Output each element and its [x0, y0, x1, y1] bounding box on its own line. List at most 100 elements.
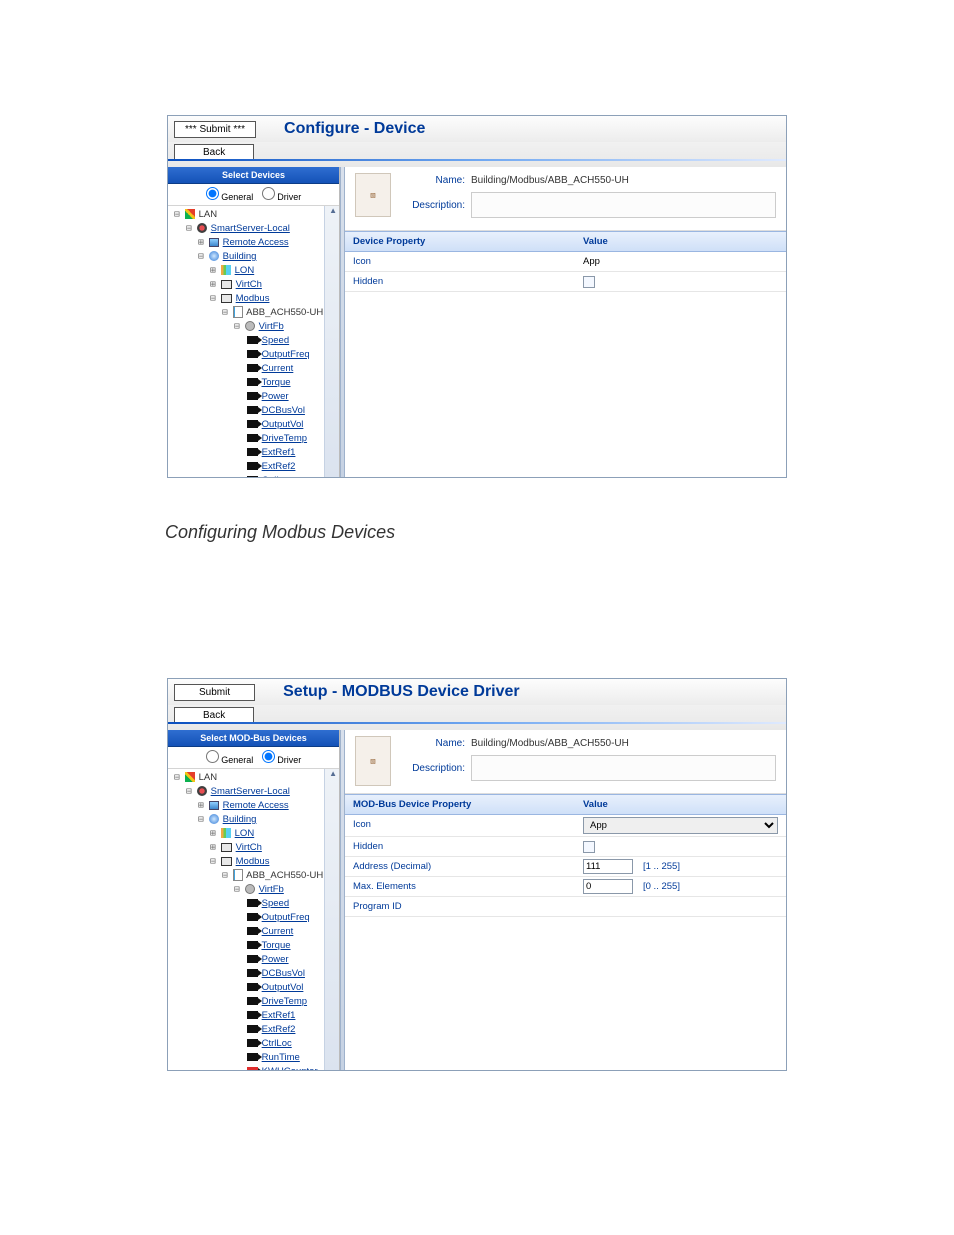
- description-input[interactable]: [471, 192, 776, 218]
- body: Select MOD-Bus Devices General Driver ⊟ …: [168, 730, 786, 1070]
- tree-point[interactable]: Torque: [261, 940, 290, 951]
- tree-point[interactable]: Current: [262, 363, 294, 374]
- tree-point[interactable]: Power: [262, 954, 289, 965]
- submit-button[interactable]: *** Submit ***: [174, 121, 256, 138]
- tree-point[interactable]: DriveTemp: [262, 996, 307, 1007]
- row-address: Address (Decimal) [1 .. 255]: [345, 857, 786, 877]
- device-tree[interactable]: ⊟ LAN ⊟ SmartServer-Local ⊞ Remote Acces…: [168, 769, 339, 1070]
- tree-remote-access[interactable]: Remote Access: [223, 237, 289, 248]
- tree-point[interactable]: CtrlLoc: [262, 1038, 292, 1049]
- sidebar-options: General Driver: [168, 184, 339, 206]
- tree-point[interactable]: DCBusVol: [262, 968, 305, 979]
- tree-smartserver[interactable]: SmartServer-Local: [211, 786, 290, 797]
- description-label: Description:: [399, 200, 471, 211]
- radio-general[interactable]: General: [206, 755, 254, 765]
- name-value: Building/Modbus/ABB_ACH550-UH: [471, 175, 629, 186]
- tree-lon[interactable]: LON: [235, 828, 255, 839]
- device-tree[interactable]: ⊟ LAN ⊟ SmartServer-Local ⊞ Remote Acces…: [168, 206, 339, 477]
- tree-building[interactable]: Building: [223, 251, 257, 262]
- tree-virtfb[interactable]: VirtFb: [259, 884, 284, 895]
- tree-point[interactable]: RunTime: [262, 1052, 300, 1063]
- tree-point[interactable]: Current: [262, 926, 294, 937]
- description-input[interactable]: [471, 755, 776, 781]
- tree-abb[interactable]: ABB_ACH550-UH: [246, 870, 323, 881]
- tree-smartserver[interactable]: SmartServer-Local: [211, 223, 290, 234]
- radio-driver[interactable]: Driver: [262, 192, 302, 202]
- radio-driver[interactable]: Driver: [262, 755, 302, 765]
- max-elements-hint: [0 .. 255]: [643, 881, 680, 892]
- device-thumbnail-icon: ▧: [355, 736, 391, 786]
- tree-point[interactable]: ExtRef1: [262, 1010, 296, 1021]
- sidebar-options: General Driver: [168, 747, 339, 769]
- col-property: MOD-Bus Device Property: [345, 795, 575, 814]
- window-title: Setup - MODBUS Device Driver: [283, 683, 520, 701]
- tree-point[interactable]: OutputFreq: [262, 349, 310, 360]
- property-grid: MOD-Bus Device Property Value Icon App H…: [345, 794, 786, 917]
- tree-point[interactable]: ExtRef2: [262, 461, 296, 472]
- address-input[interactable]: [583, 859, 633, 874]
- icon-select[interactable]: App: [583, 817, 778, 834]
- modbus-driver-window: Submit Setup - MODBUS Device Driver Back…: [167, 678, 787, 1071]
- tree-point[interactable]: KWHCounter: [262, 1066, 318, 1070]
- icon-value: App: [583, 256, 600, 267]
- tree-modbus[interactable]: Modbus: [236, 293, 270, 304]
- tree-point[interactable]: DriveTemp: [262, 433, 307, 444]
- second-toolbar: Back: [168, 705, 786, 730]
- tree-virtch[interactable]: VirtCh: [236, 842, 262, 853]
- second-toolbar: Back: [168, 142, 786, 167]
- tree-point[interactable]: ExtRef2: [262, 1024, 296, 1035]
- tree-abb[interactable]: ABB_ACH550-UH: [246, 307, 323, 318]
- main-panel: ▧ Name: Building/Modbus/ABB_ACH550-UH De…: [345, 167, 786, 477]
- sidebar: Select MOD-Bus Devices General Driver ⊟ …: [168, 730, 340, 1070]
- section-caption: Configuring Modbus Devices: [165, 522, 954, 543]
- tree-point[interactable]: OutputVol: [262, 982, 304, 993]
- window-title: Configure - Device: [284, 120, 425, 138]
- col-value: Value: [575, 795, 786, 814]
- back-button[interactable]: Back: [174, 707, 254, 724]
- row-icon: Icon App: [345, 252, 786, 272]
- row-hidden: Hidden: [345, 837, 786, 857]
- tree-point[interactable]: Power: [262, 391, 289, 402]
- name-label: Name:: [399, 738, 471, 749]
- address-hint: [1 .. 255]: [643, 861, 680, 872]
- tree-point[interactable]: Speed: [262, 898, 289, 909]
- tree-point[interactable]: Speed: [262, 335, 289, 346]
- col-property: Device Property: [345, 232, 575, 251]
- device-header: ▧ Name: Building/Modbus/ABB_ACH550-UH De…: [345, 167, 786, 231]
- row-icon: Icon App: [345, 815, 786, 837]
- tree-point[interactable]: CtrlLoc: [262, 475, 292, 477]
- radio-general[interactable]: General: [206, 192, 254, 202]
- top-toolbar: Submit Setup - MODBUS Device Driver: [168, 679, 786, 705]
- hidden-checkbox[interactable]: [583, 276, 595, 288]
- tree-virtch[interactable]: VirtCh: [236, 279, 262, 290]
- row-max-elements: Max. Elements [0 .. 255]: [345, 877, 786, 897]
- body: Select Devices General Driver ⊟ LAN ⊟ Sm…: [168, 167, 786, 477]
- sidebar-header: Select Devices: [168, 167, 339, 184]
- configure-device-window: *** Submit *** Configure - Device Back S…: [167, 115, 787, 478]
- tree-point[interactable]: ExtRef1: [262, 447, 296, 458]
- tree-building[interactable]: Building: [223, 814, 257, 825]
- max-elements-input[interactable]: [583, 879, 633, 894]
- sidebar: Select Devices General Driver ⊟ LAN ⊟ Sm…: [168, 167, 340, 477]
- tree-point[interactable]: OutputFreq: [262, 912, 310, 923]
- tree-lon[interactable]: LON: [235, 265, 255, 276]
- name-value: Building/Modbus/ABB_ACH550-UH: [471, 738, 629, 749]
- back-button[interactable]: Back: [174, 144, 254, 161]
- hidden-checkbox[interactable]: [583, 841, 595, 853]
- tree-point[interactable]: DCBusVol: [262, 405, 305, 416]
- submit-button[interactable]: Submit: [174, 684, 255, 701]
- tree-point[interactable]: OutputVol: [262, 419, 304, 430]
- tree-remote-access[interactable]: Remote Access: [223, 800, 289, 811]
- row-hidden: Hidden: [345, 272, 786, 292]
- top-toolbar: *** Submit *** Configure - Device: [168, 116, 786, 142]
- property-grid: Device Property Value Icon App Hidden: [345, 231, 786, 292]
- name-label: Name:: [399, 175, 471, 186]
- sidebar-header: Select MOD-Bus Devices: [168, 730, 339, 747]
- description-label: Description:: [399, 763, 471, 774]
- col-value: Value: [575, 232, 786, 251]
- tree-point[interactable]: Torque: [261, 377, 290, 388]
- tree-virtfb[interactable]: VirtFb: [259, 321, 284, 332]
- device-thumbnail-icon: ▧: [355, 173, 391, 217]
- device-header: ▧ Name: Building/Modbus/ABB_ACH550-UH De…: [345, 730, 786, 794]
- tree-modbus[interactable]: Modbus: [236, 856, 270, 867]
